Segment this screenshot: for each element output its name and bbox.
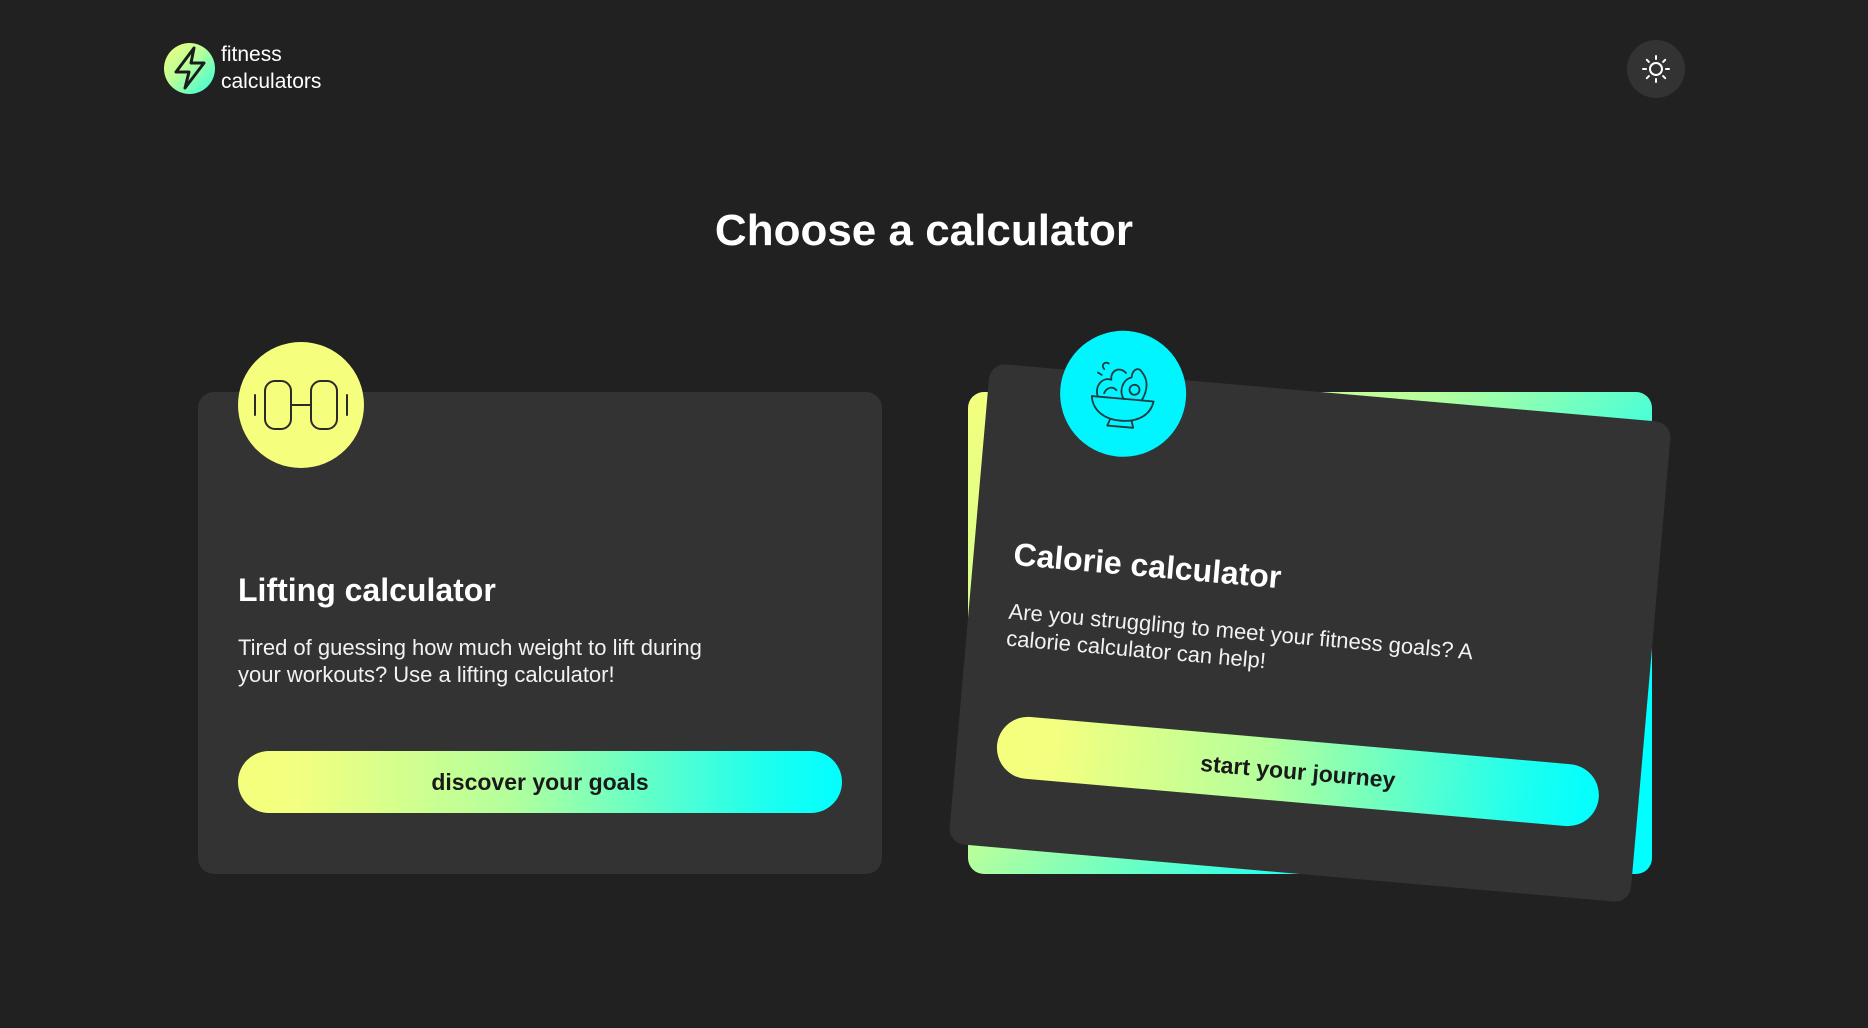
- lightning-bolt-icon: [164, 42, 215, 94]
- logo-text: fitness calculators: [221, 41, 321, 95]
- sun-icon: [1642, 55, 1670, 83]
- card-description: Are you struggling to meet your fitness …: [1005, 598, 1473, 674]
- card-title: Calorie calculator: [1012, 535, 1283, 596]
- logo-line-1: fitness: [221, 43, 282, 66]
- discover-your-goals-button[interactable]: discover your goals: [238, 751, 842, 813]
- logo-line-2: calculators: [221, 70, 322, 93]
- dumbbell-icon: [238, 342, 364, 468]
- card-title: Lifting calculator: [238, 572, 496, 608]
- calorie-calculator-card: Calorie calculator Are you struggling to…: [948, 325, 1672, 903]
- theme-toggle-button[interactable]: [1627, 40, 1685, 98]
- salad-bowl-icon: [1054, 325, 1192, 463]
- home-logo-link[interactable]: fitness calculators: [164, 41, 321, 95]
- lifting-calculator-card: Lifting calculator Tired of guessing how…: [198, 342, 882, 874]
- start-your-journey-button[interactable]: start your journey: [994, 714, 1602, 829]
- page-title: Choose a calculator: [714, 206, 1134, 255]
- card-description: Tired of guessing how much weight to lif…: [238, 635, 702, 687]
